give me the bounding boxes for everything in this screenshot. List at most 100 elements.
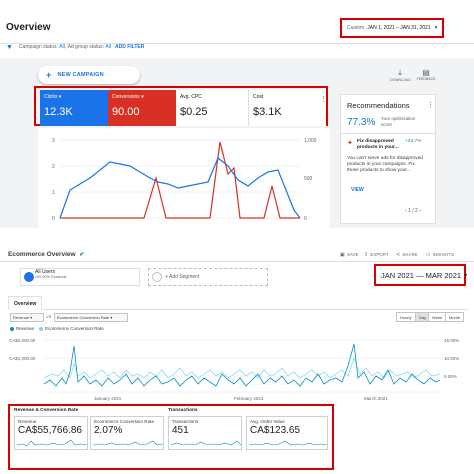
more-options-icon[interactable]: ⋮ bbox=[320, 90, 327, 126]
scorecard-revenue[interactable]: Revenue CA$55,766.86 bbox=[14, 416, 88, 450]
report-title: Ecommerce Overview bbox=[8, 251, 76, 258]
pager-text: 1 / 2 bbox=[408, 208, 418, 214]
page-title: Ecommerce Overview ✔ bbox=[8, 251, 84, 258]
share-icon: ≺ bbox=[396, 252, 401, 258]
ads-performance-chart: 3 2 1 0 1,000 500 0 bbox=[38, 128, 330, 228]
feedback-icon: ▤ bbox=[422, 68, 430, 77]
left-axis-tick: 0 bbox=[52, 216, 55, 222]
date-end: MAR 2021 bbox=[425, 270, 462, 280]
left-axis-tick: 1 bbox=[52, 190, 55, 196]
metric-avg-cpc[interactable]: Avg. CPC $0.25 bbox=[176, 90, 248, 126]
scorecard-value: CA$55,766.86 bbox=[18, 425, 82, 436]
group-heading-revenue: Revenue & Conversion Rate bbox=[14, 408, 79, 413]
revenue-series-line bbox=[43, 343, 441, 387]
ads-chart-svg: 3 2 1 0 1,000 500 0 bbox=[52, 138, 317, 222]
group-heading-transactions: Transactions bbox=[168, 408, 198, 413]
optimization-score: 77.3% bbox=[347, 117, 376, 128]
insights-button[interactable]: ⚇ INSIGHTS bbox=[426, 252, 454, 258]
scorecard-label: Avg. Order Value bbox=[250, 419, 285, 424]
download-icon: ⤓ bbox=[398, 68, 402, 77]
recommendation-body: You can't serve ads for disapproved prod… bbox=[347, 156, 423, 173]
share-button[interactable]: ≺ SHARE bbox=[396, 252, 418, 258]
save-button[interactable]: ▣ SAVE bbox=[340, 252, 359, 258]
period-week[interactable]: Week bbox=[428, 312, 447, 322]
new-campaign-button[interactable]: + NEW CAMPAIGN bbox=[38, 66, 140, 84]
export-label: EXPORT bbox=[370, 252, 389, 257]
new-campaign-label: NEW CAMPAIGN bbox=[57, 72, 104, 78]
chevron-down-icon: ▾ bbox=[58, 94, 62, 100]
date-range-label: Custom bbox=[347, 25, 365, 31]
clicks-series-line bbox=[59, 157, 301, 219]
x-axis-label: January 2021 bbox=[94, 396, 122, 401]
chart-controls: Revenue ▾ VS Ecommerce Conversion Rate ▾… bbox=[8, 312, 468, 324]
scorecard-value: 451 bbox=[172, 425, 189, 436]
right-axis-tick: 10.00% bbox=[444, 356, 459, 361]
chevron-down-icon: ▼ bbox=[433, 25, 439, 31]
recommendation-pager[interactable]: ‹ 1 / 2 › bbox=[405, 208, 421, 214]
left-axis-tick: CA$1,000.00 bbox=[9, 356, 36, 361]
segment-ring-icon bbox=[152, 272, 162, 282]
sparkline bbox=[249, 440, 327, 446]
warning-icon: ✦ bbox=[347, 140, 353, 147]
view-button[interactable]: VIEW bbox=[351, 187, 364, 193]
insights-label: INSIGHTS bbox=[432, 252, 455, 257]
scorecard-value: CA$123.65 bbox=[250, 425, 301, 436]
add-segment-button[interactable]: + Add Segment bbox=[148, 268, 268, 286]
date-range-picker[interactable]: Custom JAN 1, 2021 – JAN 31, 2021 ▼ bbox=[340, 18, 444, 38]
right-axis-tick: 1,000 bbox=[304, 138, 317, 144]
metric-select-2[interactable]: Ecommerce Conversion Rate ▾ bbox=[54, 313, 128, 322]
scorecard-transactions[interactable]: Transactions 451 bbox=[168, 416, 242, 450]
tab-overview[interactable]: Overview bbox=[8, 296, 43, 310]
metric-clicks[interactable]: Clicks ▾ 12.3K bbox=[40, 90, 108, 126]
vs-label: VS bbox=[46, 314, 52, 319]
metric-conversions[interactable]: Conversions ▾ 90.00 bbox=[108, 90, 176, 126]
date-range-value: JAN 1, 2021 – JAN 31, 2021 bbox=[367, 25, 431, 31]
plus-icon: + bbox=[46, 70, 52, 80]
download-button[interactable]: ⤓ DOWNLOAD bbox=[390, 68, 411, 82]
metric-cost[interactable]: Cost $3.1K bbox=[248, 90, 320, 126]
scorecard-label: Ecommerce Conversion Rate bbox=[94, 419, 154, 424]
scorecard-label: Transactions bbox=[172, 419, 199, 424]
period-hourly[interactable]: Hourly bbox=[396, 312, 416, 322]
metrics-scorecard: Clicks ▾ 12.3K Conversions ▾ 90.00 Avg. … bbox=[34, 86, 328, 126]
filter-icon[interactable]: ▼ bbox=[6, 44, 13, 51]
date-range-picker[interactable]: JAN 2021 — MAR 2021 ▾ bbox=[374, 264, 468, 286]
google-analytics-ecommerce-overview: Ecommerce Overview ✔ ▣ SAVE ⇪ EXPORT ≺ SHAR… bbox=[0, 246, 474, 474]
segment-all-users[interactable]: All Users 100.00% Sessions bbox=[20, 268, 140, 286]
segment-row: All Users 100.00% Sessions + Add Segment… bbox=[0, 264, 474, 290]
chevron-right-icon[interactable]: › bbox=[419, 208, 421, 214]
period-month[interactable]: Month bbox=[445, 312, 465, 322]
scorecard-value: 2.07% bbox=[94, 425, 123, 436]
add-filter-button[interactable]: ADD FILTER bbox=[115, 44, 144, 50]
scorecard-label: Revenue bbox=[18, 419, 37, 424]
export-button[interactable]: ⇪ EXPORT bbox=[364, 252, 389, 258]
chevron-down-icon: ▾ bbox=[464, 272, 468, 279]
scorecard-avg-order-value[interactable]: Avg. Order Value CA$123.65 bbox=[246, 416, 328, 450]
verified-check-icon: ✔ bbox=[79, 252, 85, 258]
metric-value: $3.1K bbox=[253, 106, 282, 118]
recommendations-title: Recommendations bbox=[347, 101, 410, 110]
more-options-icon[interactable]: ⋮ bbox=[427, 101, 434, 109]
ad-group-status-label: Ad group status: bbox=[67, 44, 105, 50]
metric-select-value: Revenue bbox=[13, 315, 30, 320]
left-axis-tick: 2 bbox=[52, 164, 55, 170]
metric-select-value: Ecommerce Conversion Rate bbox=[57, 315, 110, 320]
ga-header: Ecommerce Overview ✔ ▣ SAVE ⇪ EXPORT ≺ SHAR… bbox=[0, 246, 474, 262]
legend-swatch-conversion bbox=[39, 326, 44, 331]
metric-select-1[interactable]: Revenue ▾ bbox=[10, 313, 44, 322]
right-axis-tick: 15.00% bbox=[444, 338, 459, 343]
divider bbox=[341, 133, 437, 134]
legend-revenue: Revenue bbox=[16, 326, 35, 331]
conversions-series-line bbox=[60, 141, 300, 219]
feedback-label: FEEDBACK bbox=[416, 77, 436, 81]
save-label: SAVE bbox=[346, 252, 359, 257]
ad-group-status-value[interactable]: All bbox=[105, 44, 111, 50]
summary-scorecards: Revenue & Conversion Rate Transactions R… bbox=[8, 404, 334, 470]
feedback-button[interactable]: ▤ FEEDBACK bbox=[416, 68, 436, 81]
ga-trend-chart: CA$2,000.00 CA$1,000.00 15.00% 10.00% 5.… bbox=[8, 334, 470, 402]
campaign-status-value[interactable]: All bbox=[59, 44, 65, 50]
chevron-left-icon[interactable]: ‹ bbox=[405, 208, 407, 214]
scorecard-conversion-rate[interactable]: Ecommerce Conversion Rate 2.07% bbox=[90, 416, 164, 450]
metric-label: Conversions bbox=[112, 94, 140, 100]
chevron-down-icon: ▾ bbox=[141, 94, 144, 100]
